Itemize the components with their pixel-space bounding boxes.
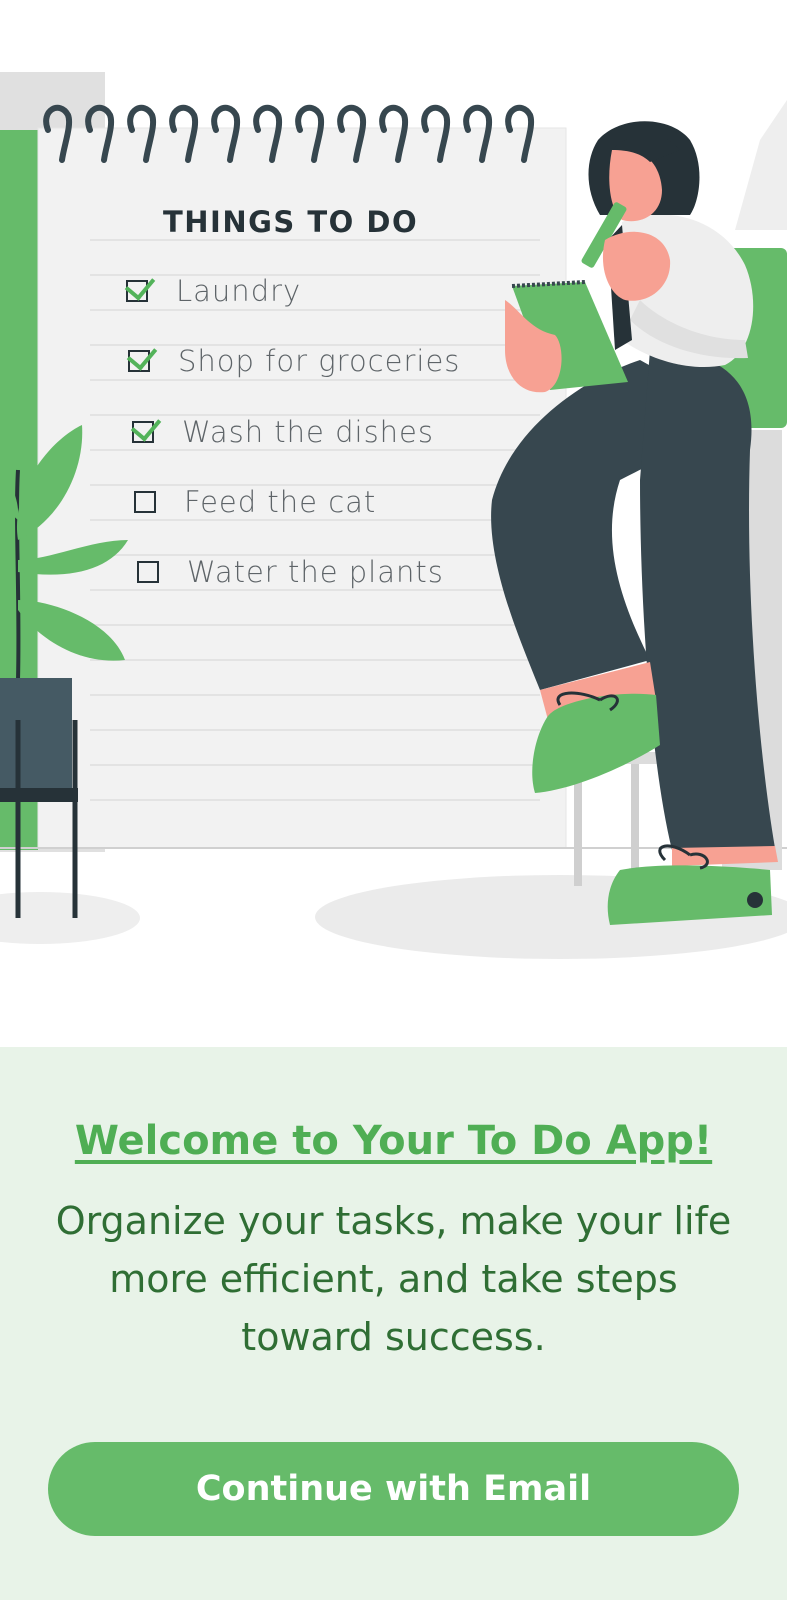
- todo-item-groceries: Shop for groceries: [126, 339, 461, 378]
- welcome-subtitle: Organize your tasks, make your life more…: [55, 1199, 732, 1359]
- continue-with-email-button[interactable]: Continue with Email: [48, 1442, 739, 1536]
- checkbox-checked-icon: [126, 339, 158, 372]
- todo-label: Laundry: [176, 274, 302, 308]
- todo-item-laundry: Laundry: [124, 269, 302, 308]
- todo-item-dishes: Wash the dishes: [130, 410, 435, 449]
- checkbox-empty-icon: [134, 491, 156, 513]
- welcome-title: Welcome to Your To Do App!: [74, 1118, 713, 1164]
- checkbox-empty-icon: [137, 561, 159, 583]
- todo-label: Water the plants: [187, 555, 444, 589]
- todo-label: Wash the dishes: [182, 415, 435, 449]
- checkbox-checked-icon: [130, 410, 162, 443]
- hero-illustration: THINGS TO DO Laundry Shop for groceries …: [0, 0, 787, 1047]
- todo-item-cat: Feed the cat: [134, 485, 376, 519]
- checkbox-checked-icon: [124, 269, 156, 302]
- welcome-screen: THINGS TO DO Laundry Shop for groceries …: [0, 0, 787, 1600]
- todo-item-plants: Water the plants: [137, 555, 444, 589]
- notebook-text-layer: THINGS TO DO Laundry Shop for groceries …: [0, 0, 787, 1047]
- notebook-heading: THINGS TO DO: [163, 205, 419, 239]
- todo-label: Shop for groceries: [178, 344, 461, 378]
- todo-label: Feed the cat: [184, 485, 377, 519]
